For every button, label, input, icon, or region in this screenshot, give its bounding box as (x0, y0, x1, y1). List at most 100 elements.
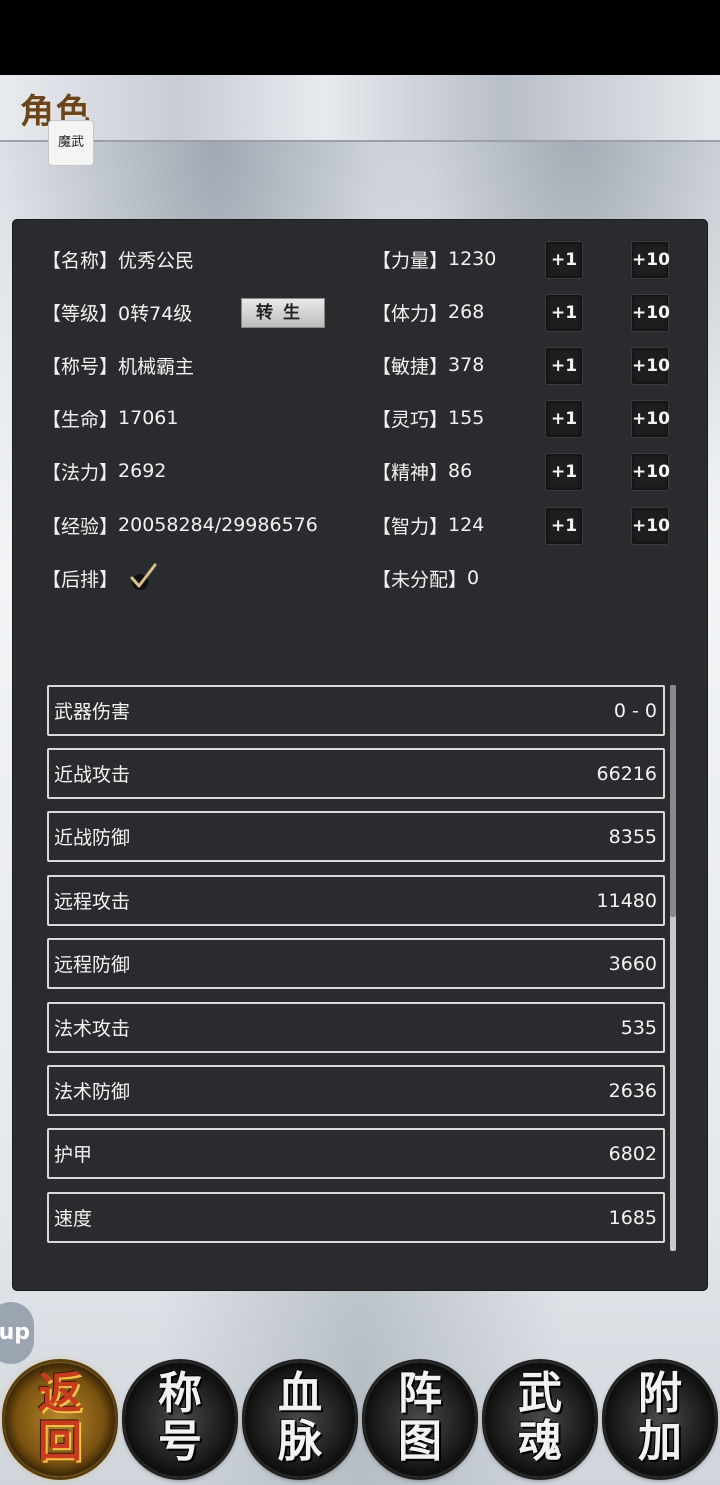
attr-label: 【未分配】 (372, 568, 468, 591)
strength-plus1-button[interactable]: +1 (545, 241, 583, 279)
attr-value: 86 (448, 460, 473, 482)
attr-row-stamina: 【体力】 268 (372, 294, 484, 330)
nav-label-bottom: 图 (398, 1416, 442, 1467)
info-label: 【称号】 (42, 355, 119, 378)
nav-formation-button[interactable]: 阵 图 (365, 1362, 475, 1477)
stat-label: 近战防御 (54, 827, 131, 849)
attr-row-agility: 【敏捷】 378 (372, 347, 484, 383)
seal-icon: 魔武 (48, 120, 94, 166)
attr-value: 378 (448, 354, 485, 376)
strength-plus10-button[interactable]: +10 (631, 241, 670, 279)
attr-value: 124 (448, 514, 485, 536)
attr-value: 268 (448, 301, 485, 323)
stat-label: 法术攻击 (54, 1018, 131, 1040)
nav-label-top: 阵 (398, 1368, 442, 1419)
stat-value: 3660 (608, 952, 657, 975)
attr-row-strength: 【力量】 1230 (372, 241, 496, 277)
stat-value: 1685 (608, 1206, 657, 1229)
dexterity-plus10-button[interactable]: +10 (631, 400, 670, 438)
stat-row: 法术防御 2636 (47, 1065, 665, 1116)
nav-label-bottom: 魂 (518, 1416, 562, 1467)
stat-value: 2636 (608, 1079, 657, 1102)
info-row-backrow: 【后排】 (42, 560, 118, 596)
nav-label-top: 血 (278, 1368, 322, 1419)
info-row-exp: 【经验】 20058284/29986576 (42, 507, 318, 543)
nav-addon-button[interactable]: 附 加 (605, 1362, 715, 1477)
stat-row: 近战攻击 66216 (47, 748, 665, 799)
nav-bloodline-button[interactable]: 血 脉 (245, 1362, 355, 1477)
nav-label-bottom: 加 (638, 1416, 682, 1467)
attr-label: 【体力】 (372, 302, 449, 325)
attr-value: 1230 (448, 248, 497, 270)
stat-value: 11480 (596, 889, 657, 912)
stat-row: 护甲 6802 (47, 1128, 665, 1179)
status-bar (0, 0, 720, 75)
nav-label-bottom: 回 (38, 1416, 82, 1467)
attr-label: 【灵巧】 (372, 408, 449, 431)
attr-value: 0 (467, 567, 480, 589)
info-value: 机械霸主 (118, 355, 195, 378)
stat-row: 法术攻击 535 (47, 1002, 665, 1053)
attr-label: 【精神】 (372, 461, 449, 484)
info-value: 2692 (118, 460, 167, 482)
stat-label: 护甲 (54, 1144, 93, 1166)
info-value: 0转74级 (118, 302, 193, 325)
attr-row-unallocated: 【未分配】 0 (372, 560, 479, 596)
stat-label: 速度 (54, 1208, 93, 1230)
agility-plus10-button[interactable]: +10 (631, 347, 670, 385)
info-label: 【名称】 (42, 249, 119, 272)
info-value: 20058284/29986576 (118, 514, 318, 536)
stat-row: 近战防御 8355 (47, 811, 665, 862)
nav-war-soul-button[interactable]: 武 魂 (485, 1362, 595, 1477)
nav-label-top: 称 (158, 1368, 202, 1419)
stat-label: 远程攻击 (54, 891, 131, 913)
stat-row: 远程攻击 11480 (47, 875, 665, 926)
info-label: 【后排】 (42, 568, 119, 591)
nav-back-button[interactable]: 返 回 (5, 1362, 115, 1477)
info-label: 【生命】 (42, 408, 119, 431)
spirit-plus1-button[interactable]: +1 (545, 453, 583, 491)
stat-row: 速度 1685 (47, 1192, 665, 1243)
attr-label: 【力量】 (372, 249, 449, 272)
attr-row-spirit: 【精神】 86 (372, 453, 472, 489)
attr-value: 155 (448, 407, 485, 429)
rebirth-button[interactable]: 转生 (241, 298, 325, 328)
agility-plus1-button[interactable]: +1 (545, 347, 583, 385)
stat-value: 6802 (608, 1142, 657, 1165)
spirit-plus10-button[interactable]: +10 (631, 453, 670, 491)
info-row-mp: 【法力】 2692 (42, 453, 166, 489)
attr-row-dexterity: 【灵巧】 155 (372, 400, 484, 436)
backrow-checkmark-icon[interactable] (128, 562, 158, 592)
info-row-title: 【称号】 机械霸主 (42, 347, 194, 383)
stat-label: 近战攻击 (54, 764, 131, 786)
floating-help-button[interactable]: up (0, 1302, 34, 1364)
intelligence-plus1-button[interactable]: +1 (545, 507, 583, 545)
header-band (0, 75, 720, 142)
stat-label: 法术防御 (54, 1081, 131, 1103)
info-row-hp: 【生命】 17061 (42, 400, 178, 436)
nav-label-bottom: 脉 (278, 1416, 322, 1467)
info-label: 【经验】 (42, 515, 119, 538)
nav-label-top: 武 (518, 1368, 562, 1419)
info-value: 17061 (118, 407, 179, 429)
stat-row: 远程防御 3660 (47, 938, 665, 989)
stat-label: 远程防御 (54, 954, 131, 976)
intelligence-plus10-button[interactable]: +10 (631, 507, 670, 545)
info-value: 优秀公民 (118, 249, 195, 272)
nav-label-top: 返 (38, 1368, 82, 1419)
stats-scroll-thumb[interactable] (670, 685, 676, 917)
stat-label: 武器伤害 (54, 701, 131, 723)
stat-value: 8355 (608, 825, 657, 848)
attr-row-intelligence: 【智力】 124 (372, 507, 484, 543)
info-row-name: 【名称】 优秀公民 (42, 241, 194, 277)
info-label: 【法力】 (42, 461, 119, 484)
stamina-plus1-button[interactable]: +1 (545, 294, 583, 332)
stamina-plus10-button[interactable]: +10 (631, 294, 670, 332)
stat-value: 66216 (596, 762, 657, 785)
dexterity-plus1-button[interactable]: +1 (545, 400, 583, 438)
info-row-level: 【等级】 0转74级 (42, 294, 192, 330)
info-label: 【等级】 (42, 302, 119, 325)
nav-title-button[interactable]: 称 号 (125, 1362, 235, 1477)
stat-row: 武器伤害 0 - 0 (47, 685, 665, 736)
stat-value: 0 - 0 (613, 699, 657, 722)
